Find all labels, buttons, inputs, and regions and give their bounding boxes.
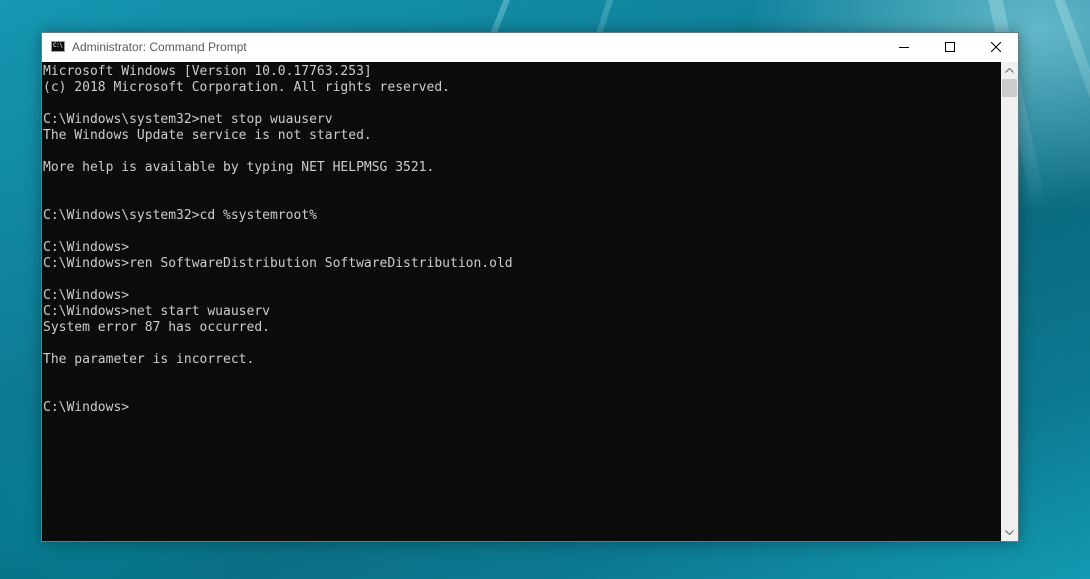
console-line: C:\Windows>net start wuauserv bbox=[43, 304, 270, 319]
console-line: The Windows Update service is not starte… bbox=[43, 128, 372, 143]
scroll-down-button[interactable] bbox=[1001, 524, 1018, 541]
minimize-icon bbox=[899, 47, 909, 48]
command-prompt-window[interactable]: C:\ Administrator: Command Prompt Micros… bbox=[41, 32, 1019, 542]
console-line: The parameter is incorrect. bbox=[43, 352, 255, 367]
close-icon bbox=[991, 42, 1001, 52]
cmd-icon: C:\ bbox=[51, 41, 65, 52]
maximize-button[interactable] bbox=[927, 33, 973, 62]
console-line: C:\Windows\system32>net stop wuauserv bbox=[43, 112, 333, 127]
console-line: C:\Windows\system32>cd %systemroot% bbox=[43, 208, 317, 223]
scroll-down-arrow-icon bbox=[1005, 530, 1014, 535]
console-line: More help is available by typing NET HEL… bbox=[43, 160, 435, 175]
console-line: C:\Windows> bbox=[43, 240, 130, 255]
cmd-icon-text: C:\ bbox=[53, 42, 63, 49]
console-line: System error 87 has occurred. bbox=[43, 320, 270, 335]
console-line: (c) 2018 Microsoft Corporation. All righ… bbox=[43, 80, 450, 95]
console-line: Microsoft Windows [Version 10.0.17763.25… bbox=[43, 64, 372, 79]
close-button[interactable] bbox=[973, 33, 1019, 62]
title-bar[interactable]: C:\ Administrator: Command Prompt bbox=[42, 33, 1018, 62]
scrollbar-thumb[interactable] bbox=[1002, 79, 1017, 97]
console-line: C:\Windows>ren SoftwareDistribution Soft… bbox=[43, 256, 513, 271]
console-output[interactable]: Microsoft Windows [Version 10.0.17763.25… bbox=[42, 62, 1001, 541]
vertical-scrollbar[interactable] bbox=[1001, 62, 1018, 541]
minimize-button[interactable] bbox=[881, 33, 927, 62]
console-line: C:\Windows> bbox=[43, 288, 130, 303]
scroll-up-arrow-icon bbox=[1005, 68, 1014, 73]
light-ray bbox=[1040, 0, 1090, 207]
scroll-up-button[interactable] bbox=[1001, 62, 1018, 79]
maximize-icon bbox=[945, 42, 955, 52]
command-prompt-line[interactable]: C:\Windows> bbox=[43, 400, 129, 416]
window-title: Administrator: Command Prompt bbox=[72, 40, 247, 54]
